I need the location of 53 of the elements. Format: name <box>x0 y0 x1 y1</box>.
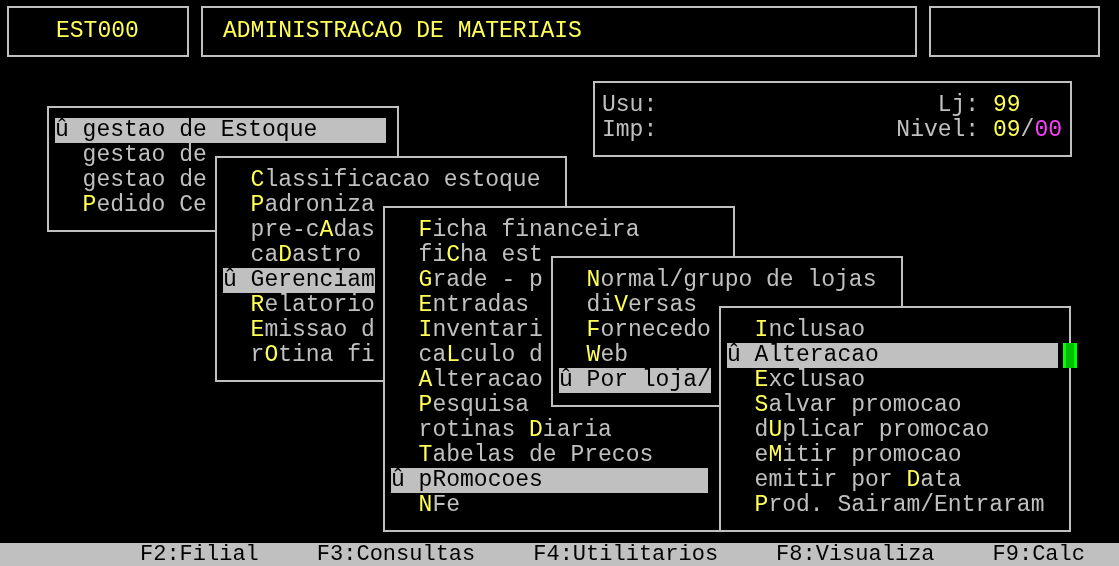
menu-item[interactable]: rotinas Diaria <box>391 418 612 443</box>
menu-item[interactable]: û Alteracao <box>727 343 1059 368</box>
level-separator: / <box>1020 117 1035 143</box>
menu-item[interactable]: Pesquisa <box>391 393 530 418</box>
menu-item[interactable]: caDastro <box>223 243 362 268</box>
menu-item[interactable]: Exclusao <box>727 368 866 393</box>
printer-label: Imp: <box>602 118 658 143</box>
menu-item[interactable]: diVersas <box>559 293 698 318</box>
menu-item[interactable]: pre-cAdas <box>223 218 375 243</box>
function-key[interactable]: F4:Utilitarios <box>533 543 719 566</box>
menu-item[interactable]: dUplicar promocao <box>727 418 990 443</box>
menu-item[interactable]: fiCha est <box>391 243 543 268</box>
menu-item[interactable]: Ficha financeira <box>391 218 640 243</box>
menu-item[interactable]: Pedido Ce <box>55 193 207 218</box>
menu-item[interactable]: Inclusao <box>727 318 866 343</box>
menu-item[interactable]: û pRomocoes <box>391 468 709 493</box>
menu-item[interactable]: û Por loja/ <box>559 368 711 393</box>
menu-item[interactable]: Salvar promocao <box>727 393 962 418</box>
menu-item[interactable]: gestao de <box>55 168 207 193</box>
menu-item[interactable]: eMitir promocao <box>727 443 962 468</box>
function-key[interactable]: F2:Filial <box>140 543 259 566</box>
program-code: EST000 <box>56 19 139 44</box>
menu-item[interactable]: Emissao d <box>223 318 375 343</box>
function-key[interactable]: F3:Consultas <box>316 543 476 566</box>
menu-item[interactable]: Prod. Sairam/Entraram <box>727 493 1045 518</box>
store-label: Lj: <box>937 92 980 118</box>
menu-item[interactable]: caLculo d <box>391 343 543 368</box>
menu-item[interactable]: gestao de <box>55 143 207 168</box>
function-key[interactable]: F8:Visualiza <box>776 543 935 566</box>
menu-item[interactable]: Classificacao estoque <box>223 168 541 193</box>
level-label: Nivel: <box>896 117 980 143</box>
menu-item[interactable]: NFe <box>391 493 460 518</box>
level-minor: 00 <box>1034 117 1062 143</box>
store-number: 99 <box>992 92 1021 118</box>
cursor-mark <box>1063 343 1077 368</box>
user-label: Usu: <box>602 93 658 118</box>
level-major: 09 <box>992 117 1021 143</box>
menu-item[interactable]: û gestao de Estoque <box>55 118 387 143</box>
menu-item[interactable]: Padroniza <box>223 193 375 218</box>
menu-item[interactable]: Alteracao <box>391 368 543 393</box>
menu-item[interactable]: û Gerenciam <box>223 268 375 293</box>
menu-item[interactable]: Grade - p <box>391 268 543 293</box>
function-key[interactable]: F9:Calc <box>992 543 1085 566</box>
program-title: ADMINISTRACAO DE MATERIAIS <box>223 19 582 44</box>
menu-item[interactable]: Tabelas de Precos <box>391 443 654 468</box>
menu-item[interactable]: Web <box>559 343 628 368</box>
menu-item[interactable]: emitir por Data <box>727 468 962 493</box>
menu-item[interactable]: Relatorio <box>223 293 375 318</box>
menu-item[interactable]: Fornecedo <box>559 318 711 343</box>
menu-item[interactable]: Inventari <box>391 318 543 343</box>
menu-item[interactable]: Entradas <box>391 293 530 318</box>
menu-item[interactable]: Normal/grupo de lojas <box>559 268 877 293</box>
menu-item[interactable]: rOtina fi <box>223 343 375 368</box>
